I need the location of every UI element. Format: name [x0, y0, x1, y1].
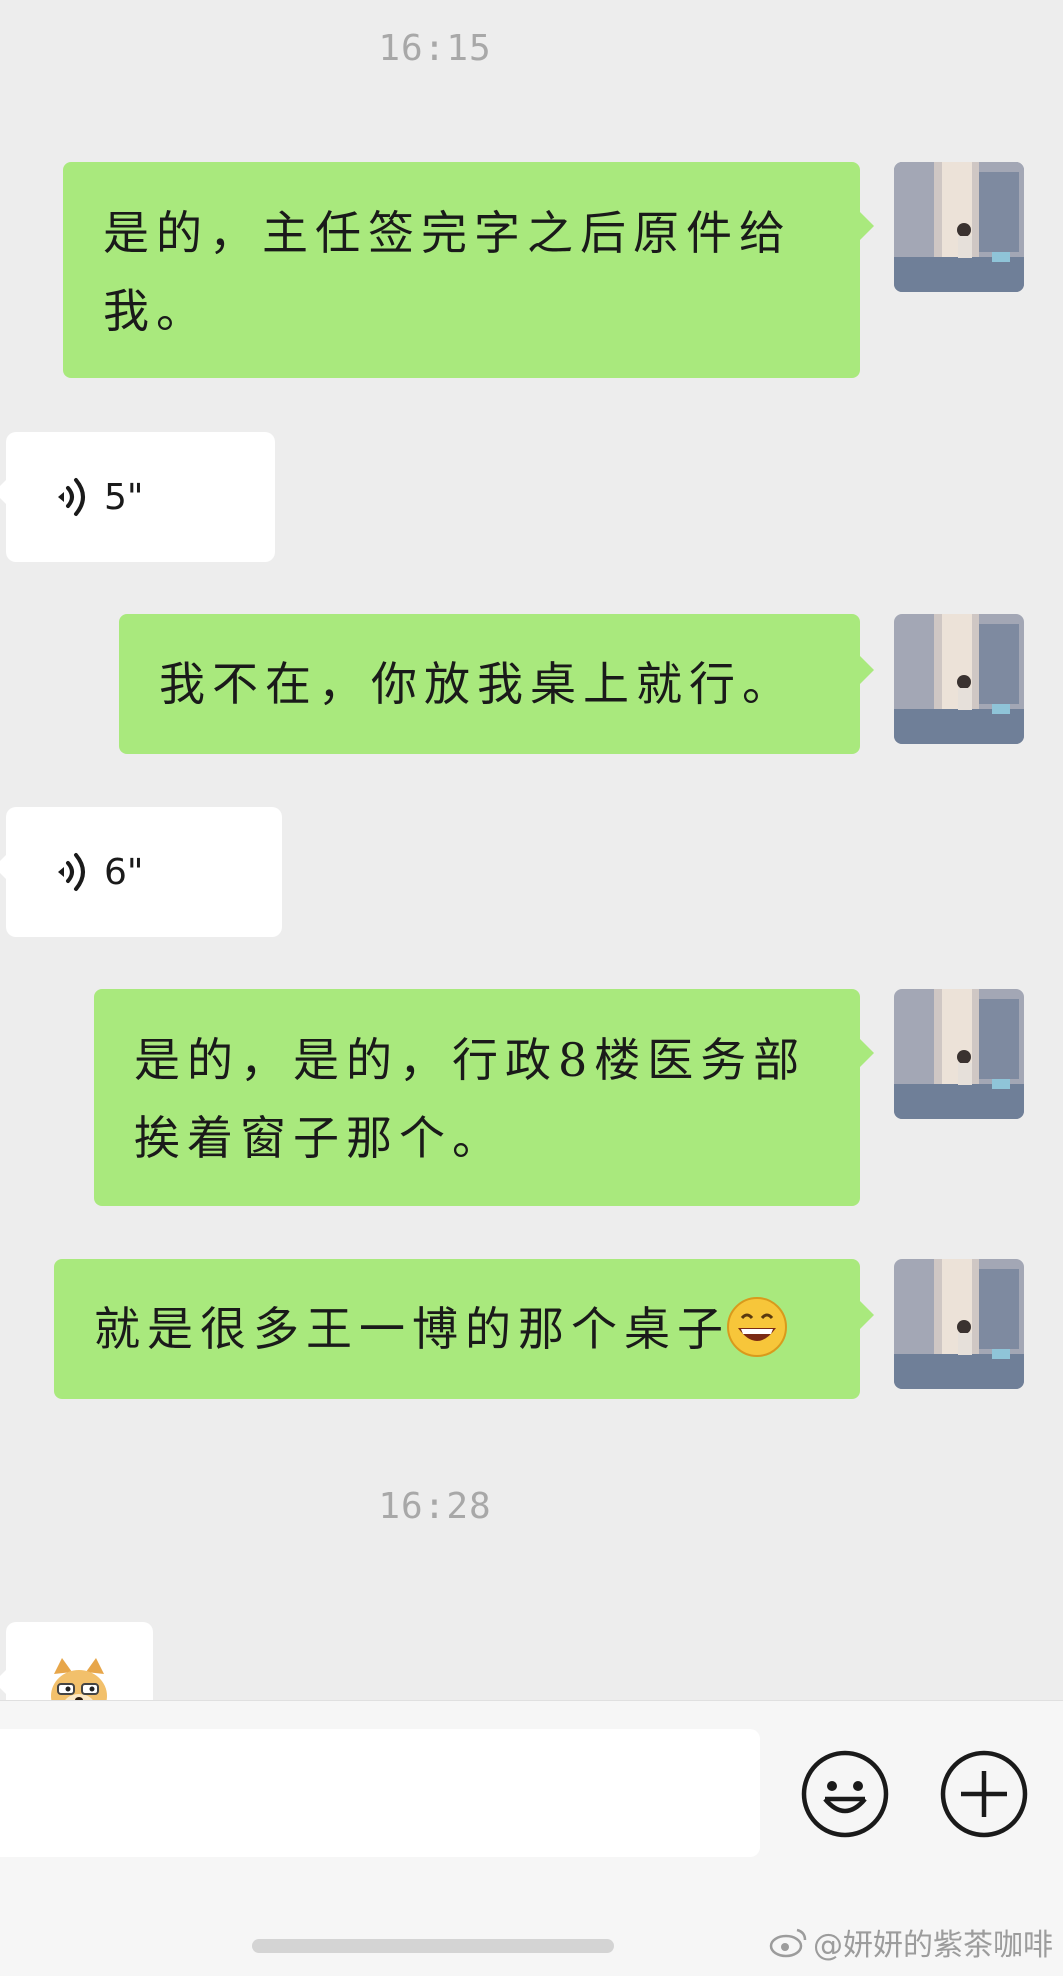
watermark: @妍妍的紫茶咖啡	[769, 1920, 1053, 1964]
user-avatar[interactable]	[894, 989, 1024, 1119]
message-text: 就是很多王一博的那个桌子	[94, 1302, 730, 1356]
received-sticker-message[interactable]	[0, 1622, 153, 1700]
sent-message-bubble[interactable]: 是的，主任签完字之后原件给 我。	[63, 162, 874, 378]
chat-message-list[interactable]: 16:15 是的，主任签完字之后原件给 我。 5" 我不在，你放我桌上就行。 6…	[0, 0, 1063, 1700]
user-avatar[interactable]	[894, 162, 1024, 292]
smiley-face-icon[interactable]	[800, 1749, 890, 1839]
timestamp: 16:28	[378, 1486, 492, 1527]
message-text-line: 是的，是的，行政8楼医务部	[134, 1033, 807, 1087]
message-text-line: 挨着窗子那个。	[134, 1111, 505, 1165]
message-input[interactable]	[0, 1729, 760, 1857]
grin-emoji-icon	[727, 1297, 787, 1357]
user-avatar[interactable]	[894, 614, 1024, 744]
doge-sticker	[51, 1658, 107, 1700]
message-text-line: 我不在，你放我桌上就行。	[159, 657, 795, 711]
message-text-line: 我。	[103, 284, 209, 338]
user-avatar[interactable]	[894, 1259, 1024, 1389]
voice-wave-icon	[58, 853, 85, 891]
timestamp: 16:15	[378, 28, 492, 69]
message-text-line: 是的，主任签完字之后原件给	[103, 206, 792, 260]
sent-message-bubble[interactable]: 是的，是的，行政8楼医务部 挨着窗子那个。	[94, 989, 874, 1206]
voice-duration: 5"	[104, 476, 144, 518]
input-bar: @妍妍的紫茶咖啡	[0, 1700, 1063, 1976]
watermark-text: @妍妍的紫茶咖啡	[813, 1928, 1053, 1963]
received-voice-message[interactable]: 6"	[0, 807, 282, 937]
received-voice-message[interactable]: 5"	[0, 432, 275, 562]
voice-wave-icon	[58, 478, 85, 516]
weibo-logo-icon	[769, 1928, 807, 1958]
sent-message-bubble[interactable]: 我不在，你放我桌上就行。	[119, 614, 874, 754]
plus-circle-icon[interactable]	[939, 1749, 1029, 1839]
home-indicator[interactable]	[252, 1939, 614, 1953]
sent-message-bubble[interactable]: 就是很多王一博的那个桌子	[54, 1259, 874, 1399]
voice-duration: 6"	[104, 851, 144, 893]
